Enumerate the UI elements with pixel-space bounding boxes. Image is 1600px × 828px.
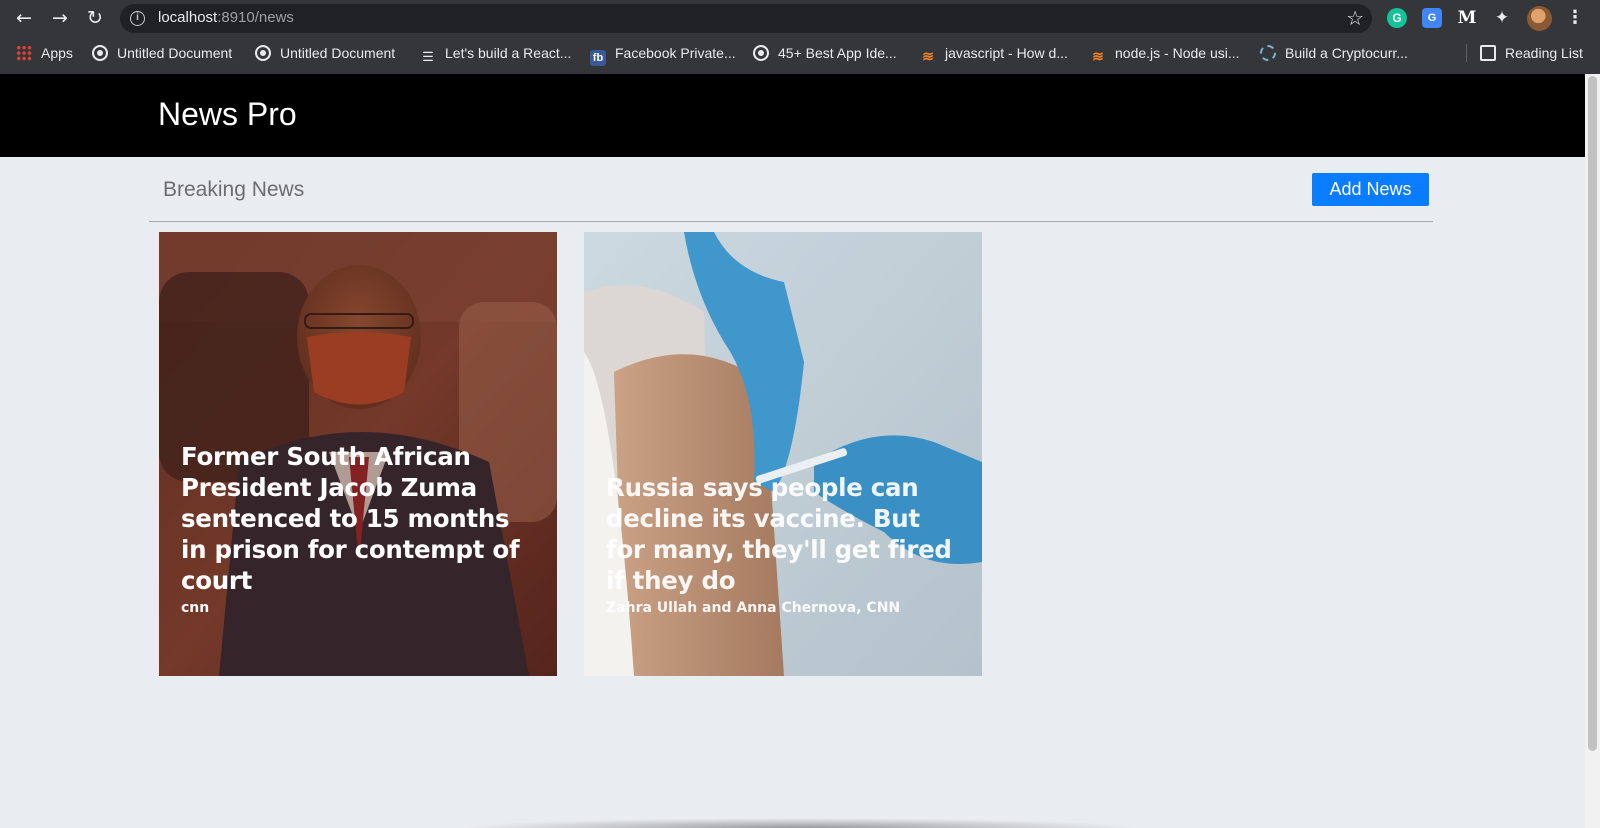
stackoverflow-icon: ≋ (922, 48, 934, 64)
site-title[interactable]: News Pro (158, 96, 297, 133)
crypto-icon (1260, 45, 1276, 61)
section-title: Breaking News (163, 178, 305, 201)
reading-list-icon (1480, 45, 1496, 61)
browser-toolbar: ← → ↻ i localhost:8910/news ☆ G G M ✦ ⋮ (0, 0, 1600, 36)
bookmark-item[interactable]: Untitled Document (255, 44, 395, 62)
card-source: cnn (181, 600, 210, 616)
bookmark-apps[interactable]: Apps (16, 44, 73, 62)
stackoverflow-icon: ≋ (1092, 48, 1104, 64)
bookmark-item[interactable]: ☰ Let's build a React... (420, 44, 571, 64)
section-divider (149, 221, 1433, 222)
grammarly-extension-icon[interactable]: G (1387, 8, 1407, 28)
browser-chrome: ← → ↻ i localhost:8910/news ☆ G G M ✦ ⋮ … (0, 0, 1600, 74)
reload-icon[interactable]: ↻ (83, 6, 107, 30)
list-icon: ☰ (422, 49, 434, 64)
reading-list-button[interactable]: Reading List (1480, 44, 1583, 62)
extensions-puzzle-icon[interactable]: ✦ (1492, 8, 1512, 28)
profile-avatar[interactable] (1527, 6, 1552, 31)
add-news-button[interactable]: Add News (1312, 173, 1429, 206)
bottom-shadow (460, 818, 1140, 828)
news-card[interactable]: Russia says people can decline its vacci… (584, 232, 982, 676)
bookmarks-bar: Apps Untitled Document Untitled Document… (0, 38, 1600, 68)
back-icon[interactable]: ← (12, 6, 36, 30)
card-text: Russia says people can decline its vacci… (606, 472, 964, 616)
site-info-icon[interactable]: i (130, 11, 145, 26)
card-source: Zahra Ullah and Anna Chernova, CNN (606, 600, 901, 616)
site-header: News Pro (0, 74, 1585, 157)
bookmark-item[interactable]: Build a Cryptocurr... (1260, 44, 1408, 62)
globe-icon (92, 45, 108, 61)
fb-icon: fb (590, 50, 606, 66)
news-card[interactable]: Former South African President Jacob Zum… (159, 232, 557, 676)
bookmark-item[interactable]: 45+ Best App Ide... (753, 44, 897, 62)
bookmark-item[interactable]: Untitled Document (92, 44, 232, 62)
globe-icon (255, 45, 271, 61)
bookmark-item[interactable]: fb Facebook Private... (590, 44, 736, 66)
page-scrollbar[interactable] (1585, 74, 1600, 828)
page-content: News Pro Breaking News Add News Former S… (0, 74, 1585, 828)
apps-grid-icon (16, 45, 32, 61)
translate-extension-icon[interactable]: G (1422, 8, 1442, 28)
scrollbar-thumb[interactable] (1588, 76, 1597, 751)
bookmarks-separator (1466, 44, 1467, 62)
bookmark-star-icon[interactable]: ☆ (1346, 6, 1364, 30)
browser-menu-icon[interactable]: ⋮ (1566, 6, 1584, 30)
url-text[interactable]: localhost:8910/news (158, 9, 294, 26)
medium-extension-icon[interactable]: M (1457, 8, 1477, 28)
globe-icon (753, 45, 769, 61)
card-headline[interactable]: Former South African President Jacob Zum… (181, 441, 539, 596)
forward-icon[interactable]: → (48, 6, 72, 30)
address-bar[interactable]: i localhost:8910/news ☆ (120, 4, 1372, 33)
card-headline[interactable]: Russia says people can decline its vacci… (606, 472, 964, 596)
bookmark-item[interactable]: ≋ node.js - Node usi... (1090, 44, 1239, 64)
card-text: Former South African President Jacob Zum… (181, 441, 539, 616)
bookmark-item[interactable]: ≋ javascript - How d... (920, 44, 1068, 64)
